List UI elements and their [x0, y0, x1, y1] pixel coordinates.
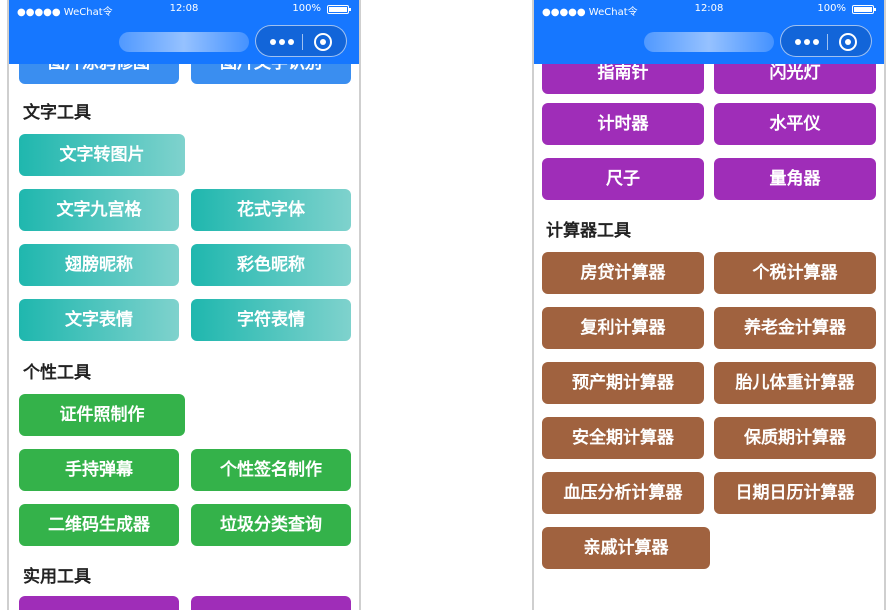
battery-icon: [327, 5, 351, 14]
tool-button[interactable]: [19, 596, 179, 610]
tool-button[interactable]: [191, 596, 351, 610]
tool-button[interactable]: 胎儿体重计算器: [714, 362, 876, 404]
section-title-calculator-tools: 计算器工具: [546, 221, 631, 241]
tool-button[interactable]: 图片涂鸦修图: [19, 64, 179, 84]
battery-percent: 100%: [292, 3, 321, 14]
tool-button[interactable]: 文字九宫格: [19, 189, 179, 231]
tool-button[interactable]: 计时器: [542, 103, 704, 145]
section-title-utility-tools: 实用工具: [23, 567, 91, 587]
blurred-title: [644, 32, 774, 52]
phone-screen-right: ●●●●● WeChat令 12:08 100% 指南针 闪光灯 计时器 水平仪…: [532, 0, 886, 610]
tool-button[interactable]: 血压分析计算器: [542, 472, 704, 514]
tool-button[interactable]: 证件照制作: [19, 394, 185, 436]
tool-button[interactable]: 翅膀昵称: [19, 244, 179, 286]
more-icon[interactable]: [795, 39, 819, 45]
close-icon[interactable]: [314, 33, 332, 51]
tool-button[interactable]: 彩色昵称: [191, 244, 351, 286]
tool-button[interactable]: 预产期计算器: [542, 362, 704, 404]
capsule-divider: [302, 34, 303, 50]
tool-button[interactable]: 安全期计算器: [542, 417, 704, 459]
tool-button[interactable]: 图片文字识别: [191, 64, 351, 84]
tool-button[interactable]: 个税计算器: [714, 252, 876, 294]
tool-button[interactable]: 文字表情: [19, 299, 179, 341]
status-bar: ●●●●● WeChat令 12:08 100%: [534, 0, 884, 20]
tool-button[interactable]: 闪光灯: [714, 64, 876, 94]
tool-button[interactable]: 复利计算器: [542, 307, 704, 349]
close-icon[interactable]: [839, 33, 857, 51]
battery-percent: 100%: [817, 3, 846, 14]
tool-button[interactable]: 亲戚计算器: [542, 527, 710, 569]
nav-bar: [534, 20, 884, 64]
tool-button[interactable]: 指南针: [542, 64, 704, 94]
tool-button[interactable]: 花式字体: [191, 189, 351, 231]
tool-button[interactable]: 房贷计算器: [542, 252, 704, 294]
section-title-text-tools: 文字工具: [23, 103, 91, 123]
nav-bar: [9, 20, 359, 64]
more-icon[interactable]: [270, 39, 294, 45]
mini-program-capsule: [780, 25, 872, 57]
phone-screen-left: ●●●●● WeChat令 12:08 100% 图片涂鸦修图 图片文字识别 文…: [7, 0, 361, 610]
tool-button[interactable]: 日期日历计算器: [714, 472, 876, 514]
tool-button[interactable]: 尺子: [542, 158, 704, 200]
tool-list: 图片涂鸦修图 图片文字识别 文字工具 文字转图片 文字九宫格 花式字体 翅膀昵称…: [9, 64, 359, 610]
tool-button[interactable]: 个性签名制作: [191, 449, 351, 491]
tool-button[interactable]: 手持弹幕: [19, 449, 179, 491]
tool-button[interactable]: 量角器: [714, 158, 876, 200]
capsule-divider: [827, 34, 828, 50]
tool-list: 指南针 闪光灯 计时器 水平仪 尺子 量角器 计算器工具 房贷计算器 个税计算器…: [534, 64, 884, 610]
status-bar: ●●●●● WeChat令 12:08 100%: [9, 0, 359, 20]
section-title-personal-tools: 个性工具: [23, 363, 91, 383]
blurred-title: [119, 32, 249, 52]
tool-button[interactable]: 养老金计算器: [714, 307, 876, 349]
tool-button[interactable]: 保质期计算器: [714, 417, 876, 459]
tool-button[interactable]: 字符表情: [191, 299, 351, 341]
battery-icon: [852, 5, 876, 14]
tool-button[interactable]: 垃圾分类查询: [191, 504, 351, 546]
tool-button[interactable]: 文字转图片: [19, 134, 185, 176]
tool-button[interactable]: 水平仪: [714, 103, 876, 145]
mini-program-capsule: [255, 25, 347, 57]
tool-button[interactable]: 二维码生成器: [19, 504, 179, 546]
